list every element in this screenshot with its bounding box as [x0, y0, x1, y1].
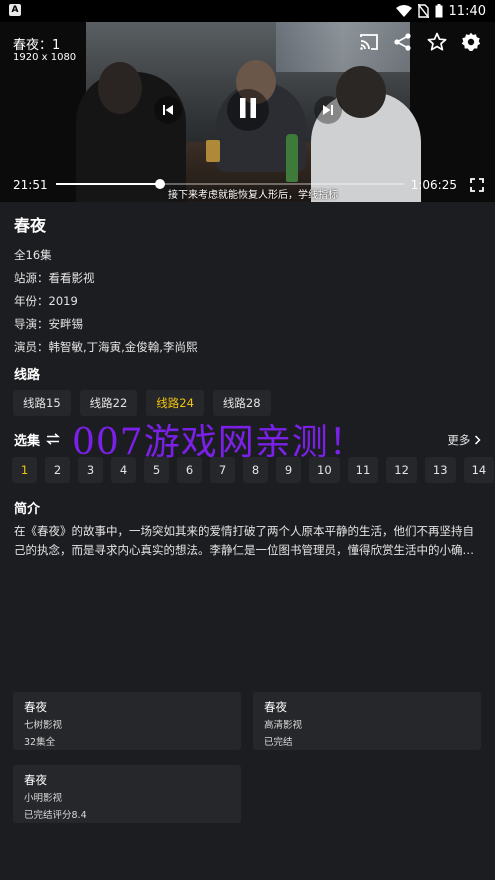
next-episode-button[interactable]	[314, 96, 342, 124]
video-resolution: 1920 x 1080	[13, 52, 77, 63]
episodes-heading: 选集	[14, 434, 41, 449]
favorite-star-icon[interactable]	[427, 32, 447, 52]
related-card[interactable]: 春夜 小明影视 已完结评分8.4	[13, 765, 241, 823]
more-label: 更多	[447, 433, 471, 447]
skip-previous-icon	[162, 101, 174, 120]
episode-chip[interactable]: 12	[386, 457, 417, 483]
pause-button[interactable]	[227, 89, 269, 131]
related-status: 32集全	[24, 737, 56, 748]
episode-count: 全16集	[14, 248, 52, 262]
cast-icon[interactable]	[359, 32, 379, 52]
release-year: 年份：2019	[14, 294, 78, 308]
related-title: 春夜	[264, 700, 287, 714]
related-card[interactable]: 春夜 高清影视 已完结	[253, 692, 481, 750]
sort-toggle-icon[interactable]	[46, 430, 60, 449]
previous-episode-button[interactable]	[154, 96, 182, 124]
fullscreen-icon[interactable]	[470, 177, 484, 192]
more-episodes-link[interactable]: 更多	[447, 432, 481, 448]
total-time: 1:06:25	[410, 178, 457, 192]
related-status: 已完结	[264, 737, 293, 748]
source-site: 站源：看看影视	[14, 271, 95, 285]
chevron-right-icon	[474, 433, 481, 447]
related-title: 春夜	[24, 773, 47, 787]
video-player[interactable]: 春夜：1 1920 x 1080 21:51 接下来考虑就能恢复人形后，学线指标…	[0, 22, 495, 202]
episode-chip[interactable]: 2	[45, 457, 70, 483]
video-info: 春夜 全16集 站源：看看影视 年份：2019 导演：安畔锡 演员：韩智敏,丁海…	[14, 212, 484, 361]
wifi-icon	[395, 4, 412, 18]
seek-bar-progress	[56, 183, 161, 185]
episode-chip[interactable]: 13	[424, 457, 456, 483]
related-source: 高清影视	[264, 720, 303, 731]
routes-heading: 线路	[14, 368, 41, 383]
settings-gear-icon[interactable]	[461, 32, 481, 52]
clock-time: 11:40	[448, 3, 486, 19]
skip-next-icon	[322, 101, 334, 120]
synopsis-text: 在《春夜》的故事中，一场突如其来的爱情打破了两个人原本平静的生活，他们不再坚持自…	[14, 524, 474, 557]
battery-icon	[435, 4, 443, 18]
current-time: 21:51	[13, 178, 48, 192]
episode-chip[interactable]: 1	[12, 457, 37, 483]
app-notification-icon: A	[9, 4, 21, 16]
video-subtitle: 接下来考虑就能恢复人形后，学线指标	[168, 190, 338, 201]
related-status: 已完结评分8.4	[24, 810, 87, 821]
cast: 演员：韩智敏,丁海寅,金俊翰,李尚熙	[14, 340, 198, 354]
related-card[interactable]: 春夜 七树影视 32集全	[13, 692, 241, 750]
pause-icon	[238, 97, 258, 123]
video-title: 春夜：1	[13, 38, 61, 53]
director: 导演：安畔锡	[14, 317, 83, 331]
related-title: 春夜	[24, 700, 47, 714]
no-sim-icon	[417, 4, 429, 18]
synopsis-heading: 简介	[14, 502, 41, 517]
show-title: 春夜	[14, 216, 47, 235]
related-source: 小明影视	[24, 793, 63, 804]
watermark-text: 007游戏网亲测！	[72, 422, 366, 463]
share-icon[interactable]	[393, 32, 413, 52]
route-chip[interactable]: 线路15	[13, 390, 71, 416]
episodes-header: 选集	[14, 430, 60, 449]
episode-chip[interactable]: 14	[463, 457, 495, 483]
seek-bar[interactable]	[56, 179, 404, 189]
related-source: 七树影视	[24, 720, 63, 731]
status-bar: A 11:40	[0, 0, 495, 22]
